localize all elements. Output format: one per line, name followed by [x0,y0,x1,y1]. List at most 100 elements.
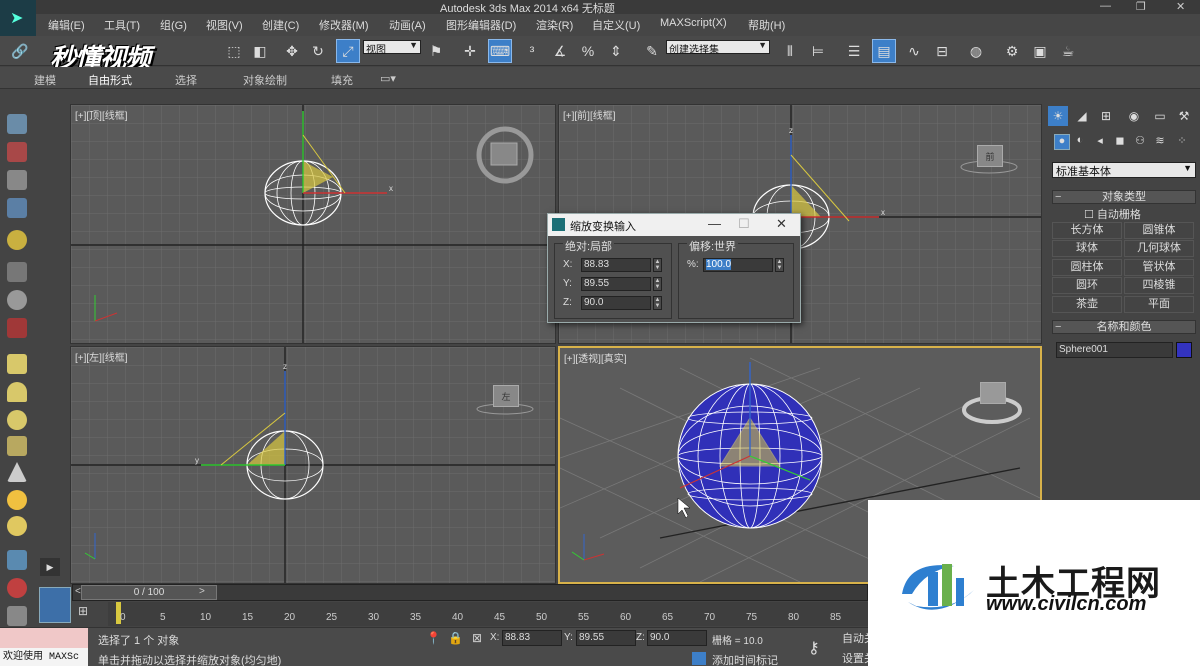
curve-editor-icon[interactable]: ∿ [902,39,926,63]
next-frame-icon[interactable]: > [199,586,205,597]
percent-snap-icon[interactable]: % [576,39,600,63]
select-region-icon[interactable]: ⬚ [222,39,246,63]
layer-manager-icon[interactable]: ☰ [842,39,866,63]
track-bar[interactable]: 0 5 10 15 20 25 30 35 40 45 50 55 60 65 … [108,602,868,626]
list-icon[interactable] [7,170,27,190]
menu-maxscript[interactable]: MAXScript(X) [660,17,727,29]
figure-icon[interactable] [7,606,27,626]
lights-icon[interactable]: ◂ [1092,134,1108,150]
render-frame-icon[interactable]: ▣ [1028,39,1052,63]
menu-help[interactable]: 帮助(H) [748,17,785,33]
render-setup-icon[interactable]: ⚙ [1000,39,1024,63]
viewport-layout-button[interactable] [39,587,71,623]
ribbon-toggle-icon[interactable]: ▤ [872,39,896,63]
basket-icon[interactable] [7,436,27,456]
box-button[interactable]: 长方体 [1052,222,1122,239]
scale-icon[interactable]: ⤢ [336,39,360,63]
offset-percent-spinner[interactable]: ▲ ▼ [775,258,784,272]
object-color-swatch[interactable] [1176,342,1192,358]
modify-tab-icon[interactable]: ◢ [1072,106,1092,126]
menu-animation[interactable]: 动画(A) [389,17,426,33]
absolute-mode-icon[interactable]: ⊠ [472,631,482,645]
time-tag-icon[interactable] [692,652,706,665]
tab-modeling[interactable]: 建模 [34,72,56,88]
table-icon[interactable] [7,198,27,218]
object-name-input[interactable]: Sphere001 [1056,342,1173,358]
hierarchy-tab-icon[interactable]: ⊞ [1096,106,1116,126]
named-selection-set[interactable]: 创建选择集 ▼ [666,40,770,56]
plane-button[interactable]: 平面 [1124,296,1194,313]
motion-tab-icon[interactable]: ◉ [1124,106,1144,126]
name-color-rollout[interactable]: − 名称和颜色 [1052,320,1196,334]
display-tab-icon[interactable]: ▭ [1150,106,1170,126]
disc-icon[interactable] [7,516,27,536]
move-icon[interactable]: ✥ [280,39,304,63]
maxscript-output[interactable]: 欢迎使用 MAXSc [0,648,88,666]
coord-y-input[interactable]: 89.55 [576,630,636,646]
material-editor-icon[interactable]: ◍ [964,39,988,63]
tab-populate[interactable]: 填充 [331,72,353,88]
app-menu-button[interactable]: ➤ [0,0,36,36]
schematic-view-icon[interactable]: ⊟ [930,39,954,63]
menu-tools[interactable]: 工具(T) [104,17,140,33]
maxscript-listener[interactable] [0,628,88,648]
systems-icon[interactable]: ⁘ [1174,134,1190,150]
rotate-icon[interactable]: ↻ [306,39,330,63]
link-icon[interactable]: 🔗 [8,39,32,63]
cameras-icon[interactable]: ◼ [1112,134,1128,150]
particles-icon[interactable] [7,318,27,338]
spacewarps-icon[interactable]: ≋ [1152,134,1168,150]
dialog-close-button[interactable]: ✕ [776,216,787,232]
teapot-icon[interactable] [7,114,27,134]
keyboard-shortcut-icon[interactable]: ⌨ [488,39,512,63]
viewport-perspective-label[interactable]: [+][透视][真实] [564,350,627,365]
tab-selection[interactable]: 选择 [175,72,197,88]
isolate-icon[interactable]: 📍 [426,631,441,645]
pivot-center-icon[interactable]: ⚑ [424,39,448,63]
restore-button[interactable]: ❐ [1136,0,1146,13]
spinner-snap-icon[interactable]: ⇕ [604,39,628,63]
tab-object-paint[interactable]: 对象绘制 [243,72,287,88]
tab-freeform[interactable]: 自由形式 [88,72,132,88]
curve-toggle-icon[interactable]: ⊞ [78,604,100,622]
cylinder-button[interactable]: 圆柱体 [1052,259,1122,276]
key-icon[interactable]: ⚷ [808,638,820,658]
align-icon[interactable]: ⊨ [806,39,830,63]
manipulate-icon[interactable]: ✛ [458,39,482,63]
viewcube-perspective[interactable] [980,382,1006,404]
dialog-minimize-button[interactable]: — [708,216,721,231]
close-button[interactable]: ✕ [1176,0,1185,13]
object-type-rollout[interactable]: − 对象类型 [1052,190,1196,204]
object-category-dropdown[interactable]: 标准基本体 ▼ [1052,162,1196,178]
box-primitive-icon[interactable] [7,354,27,374]
autogrid-checkbox[interactable]: ☐ 自动栅格 [1084,206,1141,222]
expand-panel-button[interactable]: ▶ [40,558,60,576]
add-time-tag[interactable]: 添加时间标记 [712,652,778,666]
menu-graph-editors[interactable]: 图形编辑器(D) [446,17,516,33]
viewport-left[interactable]: z y 左 [+][左][线框] [70,346,556,584]
window-crossing-icon[interactable]: ◧ [248,39,272,63]
teapot-button[interactable]: 茶壶 [1052,296,1122,313]
menu-group[interactable]: 组(G) [160,17,187,33]
geometry-icon[interactable]: ● [1054,134,1070,150]
minimize-button[interactable]: — [1100,0,1111,12]
hemisphere-icon[interactable] [7,382,27,402]
viewcube-front[interactable]: 前 [977,145,1003,167]
dots-icon[interactable] [7,550,27,570]
edit-named-selection-icon[interactable]: ✎ [640,39,664,63]
coord-x-input[interactable]: 88.83 [502,630,562,646]
lock-selection-icon[interactable]: 🔒 [448,631,463,645]
menu-modifiers[interactable]: 修改器(M) [319,17,369,33]
abs-z-input[interactable]: 90.0 [581,296,651,310]
abs-y-spinner[interactable]: ▲ ▼ [653,277,662,291]
light-bulb-icon[interactable] [7,230,27,250]
prev-frame-icon[interactable]: < [75,586,81,597]
sphere-button[interactable]: 球体 [1052,240,1122,257]
abs-x-spinner[interactable]: ▲ ▼ [653,258,662,272]
viewport-top-label[interactable]: [+][顶][线框] [75,107,128,122]
abs-y-input[interactable]: 89.55 [581,277,651,291]
dialog-maximize-button[interactable]: ☐ [738,216,750,232]
menu-customize[interactable]: 自定义(U) [592,17,640,33]
snap-3d-icon[interactable]: ³ [520,39,544,63]
viewport-front-label[interactable]: [+][前][线框] [563,107,616,122]
